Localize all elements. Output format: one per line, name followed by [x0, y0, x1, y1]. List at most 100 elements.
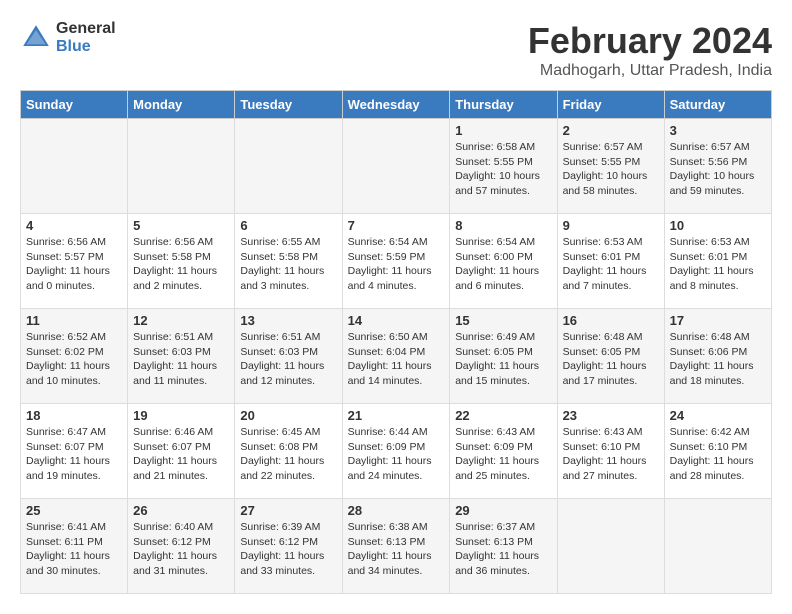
day-number: 1	[455, 123, 551, 138]
day-number: 4	[26, 218, 122, 233]
calendar-cell: 22 Sunrise: 6:43 AM Sunset: 6:09 PM Dayli…	[450, 404, 557, 499]
day-info: Sunrise: 6:43 AM Sunset: 6:09 PM Dayligh…	[455, 425, 551, 484]
day-info: Sunrise: 6:57 AM Sunset: 5:56 PM Dayligh…	[670, 140, 766, 199]
day-info: Sunrise: 6:52 AM Sunset: 6:02 PM Dayligh…	[26, 330, 122, 389]
calendar-cell: 11 Sunrise: 6:52 AM Sunset: 6:02 PM Dayli…	[21, 309, 128, 404]
day-info: Sunrise: 6:53 AM Sunset: 6:01 PM Dayligh…	[670, 235, 766, 294]
day-info: Sunrise: 6:44 AM Sunset: 6:09 PM Dayligh…	[348, 425, 445, 484]
calendar-cell: 15Sunrise: 6:49 AM Sunset: 6:05 PM Dayli…	[450, 309, 557, 404]
calendar-cell: 16 Sunrise: 6:48 AM Sunset: 6:05 PM Dayli…	[557, 309, 664, 404]
weekday-header-friday: Friday	[557, 91, 664, 119]
calendar-cell: 3 Sunrise: 6:57 AM Sunset: 5:56 PM Daylig…	[664, 119, 771, 214]
day-number: 21	[348, 408, 445, 423]
day-info: Sunrise: 6:53 AM Sunset: 6:01 PM Dayligh…	[563, 235, 659, 294]
calendar-cell: 1 Sunrise: 6:58 AM Sunset: 5:55 PM Daylig…	[450, 119, 557, 214]
day-number: 23	[563, 408, 659, 423]
calendar-cell: 27 Sunrise: 6:39 AM Sunset: 6:12 PM Dayli…	[235, 499, 342, 594]
day-number: 12	[133, 313, 229, 328]
day-info: Sunrise: 6:57 AM Sunset: 5:55 PM Dayligh…	[563, 140, 659, 199]
day-number: 18	[26, 408, 122, 423]
weekday-header-monday: Monday	[128, 91, 235, 119]
day-info: Sunrise: 6:58 AM Sunset: 5:55 PM Dayligh…	[455, 140, 551, 199]
calendar-week-row: 1 Sunrise: 6:58 AM Sunset: 5:55 PM Daylig…	[21, 119, 772, 214]
day-info: Sunrise: 6:48 AM Sunset: 6:05 PM Dayligh…	[563, 330, 659, 389]
calendar-cell	[235, 119, 342, 214]
calendar-cell	[21, 119, 128, 214]
logo: General Blue	[20, 20, 116, 55]
location-title: Madhogarh, Uttar Pradesh, India	[528, 62, 772, 80]
calendar-cell: 4 Sunrise: 6:56 AM Sunset: 5:57 PM Daylig…	[21, 214, 128, 309]
logo-general-text: General	[56, 20, 116, 38]
day-info: Sunrise: 6:54 AM Sunset: 6:00 PM Dayligh…	[455, 235, 551, 294]
calendar-cell: 19 Sunrise: 6:46 AM Sunset: 6:07 PM Dayli…	[128, 404, 235, 499]
calendar-cell	[557, 499, 664, 594]
weekday-header-thursday: Thursday	[450, 91, 557, 119]
calendar-cell: 24 Sunrise: 6:42 AM Sunset: 6:10 PM Dayli…	[664, 404, 771, 499]
calendar-cell: 2Sunrise: 6:57 AM Sunset: 5:55 PM Daylig…	[557, 119, 664, 214]
day-info: Sunrise: 6:39 AM Sunset: 6:12 PM Dayligh…	[240, 520, 336, 579]
day-number: 11	[26, 313, 122, 328]
calendar-cell: 14Sunrise: 6:50 AM Sunset: 6:04 PM Dayli…	[342, 309, 450, 404]
page-header: General Blue February 2024 Madhogarh, Ut…	[20, 20, 772, 80]
day-number: 22	[455, 408, 551, 423]
calendar-cell: 13 Sunrise: 6:51 AM Sunset: 6:03 PM Dayli…	[235, 309, 342, 404]
calendar-table: SundayMondayTuesdayWednesdayThursdayFrid…	[20, 90, 772, 594]
day-info: Sunrise: 6:46 AM Sunset: 6:07 PM Dayligh…	[133, 425, 229, 484]
day-number: 16	[563, 313, 659, 328]
day-info: Sunrise: 6:47 AM Sunset: 6:07 PM Dayligh…	[26, 425, 122, 484]
day-info: Sunrise: 6:56 AM Sunset: 5:57 PM Dayligh…	[26, 235, 122, 294]
calendar-week-row: 4 Sunrise: 6:56 AM Sunset: 5:57 PM Daylig…	[21, 214, 772, 309]
calendar-cell: 10Sunrise: 6:53 AM Sunset: 6:01 PM Dayli…	[664, 214, 771, 309]
calendar-cell: 20 Sunrise: 6:45 AM Sunset: 6:08 PM Dayli…	[235, 404, 342, 499]
day-number: 13	[240, 313, 336, 328]
calendar-week-row: 18 Sunrise: 6:47 AM Sunset: 6:07 PM Dayli…	[21, 404, 772, 499]
calendar-cell: 8 Sunrise: 6:54 AM Sunset: 6:00 PM Daylig…	[450, 214, 557, 309]
day-info: Sunrise: 6:41 AM Sunset: 6:11 PM Dayligh…	[26, 520, 122, 579]
day-number: 20	[240, 408, 336, 423]
day-info: Sunrise: 6:37 AM Sunset: 6:13 PM Dayligh…	[455, 520, 551, 579]
calendar-cell: 7Sunrise: 6:54 AM Sunset: 5:59 PM Daylig…	[342, 214, 450, 309]
day-info: Sunrise: 6:55 AM Sunset: 5:58 PM Dayligh…	[240, 235, 336, 294]
calendar-cell	[664, 499, 771, 594]
day-info: Sunrise: 6:38 AM Sunset: 6:13 PM Dayligh…	[348, 520, 445, 579]
day-number: 9	[563, 218, 659, 233]
day-number: 24	[670, 408, 766, 423]
day-number: 28	[348, 503, 445, 518]
calendar-cell	[128, 119, 235, 214]
day-info: Sunrise: 6:51 AM Sunset: 6:03 PM Dayligh…	[240, 330, 336, 389]
day-number: 17	[670, 313, 766, 328]
calendar-cell: 9 Sunrise: 6:53 AM Sunset: 6:01 PM Daylig…	[557, 214, 664, 309]
logo-blue-text: Blue	[56, 38, 116, 56]
calendar-cell: 28 Sunrise: 6:38 AM Sunset: 6:13 PM Dayli…	[342, 499, 450, 594]
day-number: 15	[455, 313, 551, 328]
weekday-header-saturday: Saturday	[664, 91, 771, 119]
day-number: 14	[348, 313, 445, 328]
month-title: February 2024	[528, 20, 772, 62]
calendar-cell: 17 Sunrise: 6:48 AM Sunset: 6:06 PM Dayli…	[664, 309, 771, 404]
calendar-cell	[342, 119, 450, 214]
day-info: Sunrise: 6:48 AM Sunset: 6:06 PM Dayligh…	[670, 330, 766, 389]
day-number: 19	[133, 408, 229, 423]
day-info: Sunrise: 6:51 AM Sunset: 6:03 PM Dayligh…	[133, 330, 229, 389]
day-number: 6	[240, 218, 336, 233]
calendar-cell: 12 Sunrise: 6:51 AM Sunset: 6:03 PM Dayli…	[128, 309, 235, 404]
logo-icon	[20, 22, 52, 54]
weekday-header-row: SundayMondayTuesdayWednesdayThursdayFrid…	[21, 91, 772, 119]
calendar-cell: 25 Sunrise: 6:41 AM Sunset: 6:11 PM Dayli…	[21, 499, 128, 594]
calendar-cell: 23 Sunrise: 6:43 AM Sunset: 6:10 PM Dayli…	[557, 404, 664, 499]
calendar-cell: 6 Sunrise: 6:55 AM Sunset: 5:58 PM Daylig…	[235, 214, 342, 309]
day-info: Sunrise: 6:45 AM Sunset: 6:08 PM Dayligh…	[240, 425, 336, 484]
day-number: 3	[670, 123, 766, 138]
calendar-week-row: 25 Sunrise: 6:41 AM Sunset: 6:11 PM Dayli…	[21, 499, 772, 594]
day-info: Sunrise: 6:42 AM Sunset: 6:10 PM Dayligh…	[670, 425, 766, 484]
calendar-week-row: 11 Sunrise: 6:52 AM Sunset: 6:02 PM Dayli…	[21, 309, 772, 404]
day-number: 29	[455, 503, 551, 518]
day-number: 8	[455, 218, 551, 233]
weekday-header-wednesday: Wednesday	[342, 91, 450, 119]
day-number: 27	[240, 503, 336, 518]
day-info: Sunrise: 6:54 AM Sunset: 5:59 PM Dayligh…	[348, 235, 445, 294]
day-number: 26	[133, 503, 229, 518]
day-info: Sunrise: 6:43 AM Sunset: 6:10 PM Dayligh…	[563, 425, 659, 484]
day-number: 25	[26, 503, 122, 518]
day-info: Sunrise: 6:40 AM Sunset: 6:12 PM Dayligh…	[133, 520, 229, 579]
